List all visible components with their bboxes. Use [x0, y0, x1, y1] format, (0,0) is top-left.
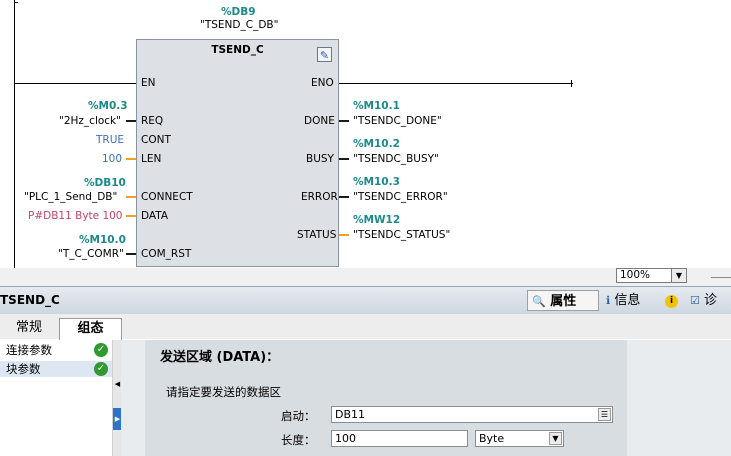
start-label: 启动：: [281, 409, 316, 423]
busy-address: %M10.2: [353, 138, 400, 150]
pin-data: DATA: [141, 210, 169, 222]
subtab-config-label: 组态: [77, 321, 104, 336]
tab-properties-label: 属性: [550, 294, 577, 309]
en-wire: [14, 83, 136, 84]
status-address: %MW12: [353, 214, 401, 226]
error-wire: [339, 196, 349, 198]
zoom-select[interactable]: 100% ▼: [616, 268, 687, 283]
req-tag[interactable]: "2Hz_clock": [59, 115, 121, 127]
length-unit-select[interactable]: Byte ▼: [475, 430, 564, 447]
pin-eno: ENO: [311, 77, 334, 89]
pin-error: ERROR: [301, 191, 338, 203]
nav-item-connection-params[interactable]: 连接参数 ✓: [0, 342, 112, 358]
data-wire: [126, 215, 136, 217]
ladder-editor[interactable]: %DB9 "TSEND_C_DB" TSEND_C ✎ EN REQ CONT …: [0, 0, 731, 268]
busy-tag[interactable]: "TSENDC_BUSY": [353, 153, 439, 165]
length-unit-value: Byte: [479, 432, 505, 445]
len-value[interactable]: 100: [102, 153, 122, 165]
connect-address: %DB10: [84, 177, 126, 189]
rung-end-marker: [571, 80, 572, 87]
pin-status: STATUS: [297, 229, 337, 241]
length-field[interactable]: 100: [331, 430, 468, 447]
connect-wire: [126, 196, 136, 198]
splitter-grip-icon[interactable]: [711, 277, 731, 278]
status-tag[interactable]: "TSENDC_STATUS": [353, 229, 450, 241]
com-rst-address: %M10.0: [79, 234, 126, 246]
data-pointer[interactable]: P#DB11 Byte 100: [28, 210, 123, 222]
nav-item-label: 连接参数: [6, 343, 52, 357]
req-address: %M0.3: [88, 100, 128, 112]
length-label: 长度：: [281, 433, 316, 447]
connect-tag[interactable]: "PLC_1_Send_DB": [24, 191, 117, 203]
com-rst-tag[interactable]: "T_C_COMR": [58, 248, 124, 260]
nav-item-block-params[interactable]: 块参数 ✓: [0, 361, 112, 377]
len-wire: [126, 158, 136, 160]
pin-busy: BUSY: [306, 153, 334, 165]
tab-info[interactable]: ℹ 信息: [602, 290, 662, 311]
section-title: 发送区域 (DATA)：: [160, 350, 280, 365]
eno-wire: [339, 83, 573, 84]
instance-db-name[interactable]: "TSEND_C_DB": [200, 19, 278, 31]
zoom-dropdown-icon[interactable]: ▼: [671, 269, 686, 282]
error-tag[interactable]: "TSENDC_ERROR": [353, 191, 448, 203]
status-wire: [339, 234, 349, 236]
start-field[interactable]: DB11 ☰: [331, 406, 613, 423]
zoom-value: 100%: [620, 269, 651, 281]
length-value: 100: [335, 432, 356, 445]
properties-icon: 🔍: [532, 295, 546, 308]
pin-cont: CONT: [141, 134, 171, 146]
start-value: DB11: [335, 408, 366, 421]
tab-info-label: 信息: [614, 293, 641, 308]
instance-db-address: %DB9: [221, 6, 256, 18]
diagnostics-icon: ☑: [690, 294, 700, 307]
tab-properties[interactable]: 🔍 属性: [527, 290, 599, 311]
pin-done: DONE: [304, 115, 335, 127]
config-nav: 连接参数 ✓ 块参数 ✓: [0, 340, 113, 456]
block-config-icon[interactable]: ✎: [317, 47, 332, 62]
top-wire: [14, 2, 18, 3]
info-circle-icon: i: [665, 295, 678, 308]
com-rst-wire: [126, 253, 136, 255]
pin-connect: CONNECT: [141, 191, 193, 203]
browse-icon[interactable]: ☰: [598, 408, 611, 421]
done-wire: [339, 120, 349, 122]
done-tag[interactable]: "TSENDC_DONE": [353, 115, 442, 127]
subtab-config[interactable]: 组态: [59, 318, 122, 340]
cont-value[interactable]: TRUE: [96, 134, 124, 146]
error-address: %M10.3: [353, 176, 400, 188]
inspector-title: TSEND_C: [0, 293, 60, 307]
subtab-general-label: 常规: [15, 320, 42, 335]
done-address: %M10.1: [353, 100, 400, 112]
section-hint: 请指定要发送的数据区: [166, 385, 281, 399]
subtab-general[interactable]: 常规: [0, 318, 58, 340]
pin-req: REQ: [141, 115, 164, 127]
pin-len: LEN: [141, 153, 162, 165]
pin-en: EN: [141, 77, 156, 89]
nav-item-label: 块参数: [6, 362, 41, 376]
req-wire: [126, 120, 136, 122]
check-ok-icon: ✓: [94, 343, 108, 357]
chevron-down-icon[interactable]: ▼: [549, 432, 562, 445]
check-ok-icon: ✓: [94, 362, 108, 376]
power-rail: [14, 0, 15, 268]
busy-wire: [339, 158, 349, 160]
tab-diagnostics[interactable]: ☑ 诊断: [686, 290, 731, 311]
pin-com-rst: COM_RST: [141, 248, 192, 260]
block-title: TSEND_C: [211, 44, 264, 56]
info-tab-icon: ℹ: [606, 294, 611, 307]
